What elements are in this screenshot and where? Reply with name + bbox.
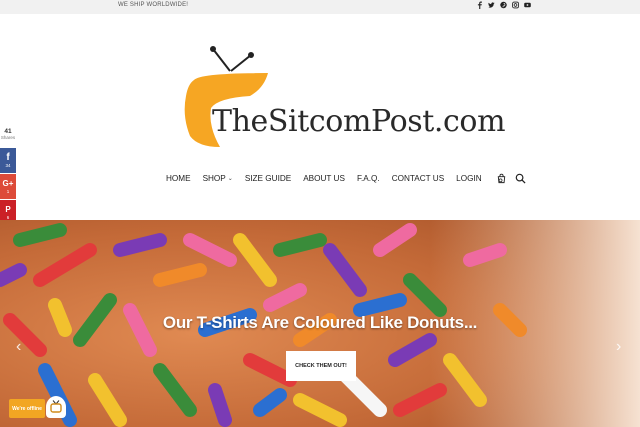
nav-item-label: ABOUT US bbox=[303, 173, 345, 183]
nav-item-size-guide[interactable]: SIZE GUIDE bbox=[245, 174, 291, 183]
social-links bbox=[476, 1, 531, 9]
nav-item-label: HOME bbox=[166, 173, 191, 183]
chat-widget-icon[interactable] bbox=[46, 396, 66, 418]
slider-prev-arrow-icon[interactable]: ‹ bbox=[16, 338, 21, 356]
share-count: 41 Shares bbox=[0, 128, 16, 140]
main-nav: HOME SHOP ⌄ SIZE GUIDE ABOUT US F.A.Q. CO… bbox=[166, 172, 532, 184]
google-plus-share-button[interactable]: G+ 1 bbox=[0, 174, 16, 199]
nav-item-faq[interactable]: F.A.Q. bbox=[357, 174, 380, 183]
share-count-number: 41 bbox=[4, 128, 12, 135]
nav-item-about-us[interactable]: ABOUT US bbox=[303, 174, 345, 183]
nav-item-label: SIZE GUIDE bbox=[244, 173, 292, 183]
nav-item-label: LOGIN bbox=[456, 173, 482, 183]
check-them-out-button[interactable]: CHECK THEM OUT! bbox=[286, 351, 356, 381]
tv-mini-icon bbox=[50, 400, 62, 413]
slider-next-arrow-icon[interactable]: › bbox=[616, 338, 621, 356]
nav-item-login[interactable]: LOGIN bbox=[456, 174, 481, 183]
facebook-icon[interactable] bbox=[476, 1, 483, 9]
chat-offline-button[interactable]: We're offline bbox=[9, 399, 45, 418]
nav-item-shop[interactable]: SHOP ⌄ bbox=[203, 174, 233, 183]
share-button-count: 34 bbox=[5, 162, 11, 168]
top-bar: WE SHIP WORLDWIDE! bbox=[0, 0, 640, 14]
site-logo[interactable]: TheSitcomPost.com bbox=[180, 44, 506, 154]
nav-item-label: SHOP bbox=[202, 173, 226, 183]
chevron-down-icon: ⌄ bbox=[227, 175, 233, 182]
instagram-icon[interactable] bbox=[512, 1, 519, 9]
logo-text: TheSitcomPost.com bbox=[212, 104, 506, 139]
nav-item-label: CONTACT US bbox=[391, 173, 445, 183]
shipping-notice: WE SHIP WORLDWIDE! bbox=[118, 2, 189, 8]
pinterest-icon[interactable] bbox=[500, 1, 507, 9]
nav-item-label: F.A.Q. bbox=[356, 173, 380, 183]
search-icon[interactable] bbox=[515, 173, 526, 184]
pinterest-icon: P bbox=[5, 204, 11, 214]
share-count-label: Shares bbox=[0, 135, 16, 140]
hero-headline: Our T-Shirts Are Coloured Like Donuts... bbox=[162, 313, 478, 332]
google-plus-icon: G+ bbox=[2, 178, 14, 188]
nav-item-contact-us[interactable]: CONTACT US bbox=[392, 174, 444, 183]
facebook-icon: f bbox=[6, 151, 10, 163]
facebook-share-button[interactable]: f 34 bbox=[0, 148, 16, 173]
youtube-icon[interactable] bbox=[524, 1, 531, 9]
share-button-count: 1 bbox=[6, 188, 10, 194]
hero-slider: Our T-Shirts Are Coloured Like Donuts...… bbox=[0, 220, 640, 427]
nav-item-home[interactable]: HOME bbox=[166, 174, 191, 183]
cart-icon[interactable] bbox=[496, 173, 507, 184]
twitter-icon[interactable] bbox=[488, 1, 495, 9]
